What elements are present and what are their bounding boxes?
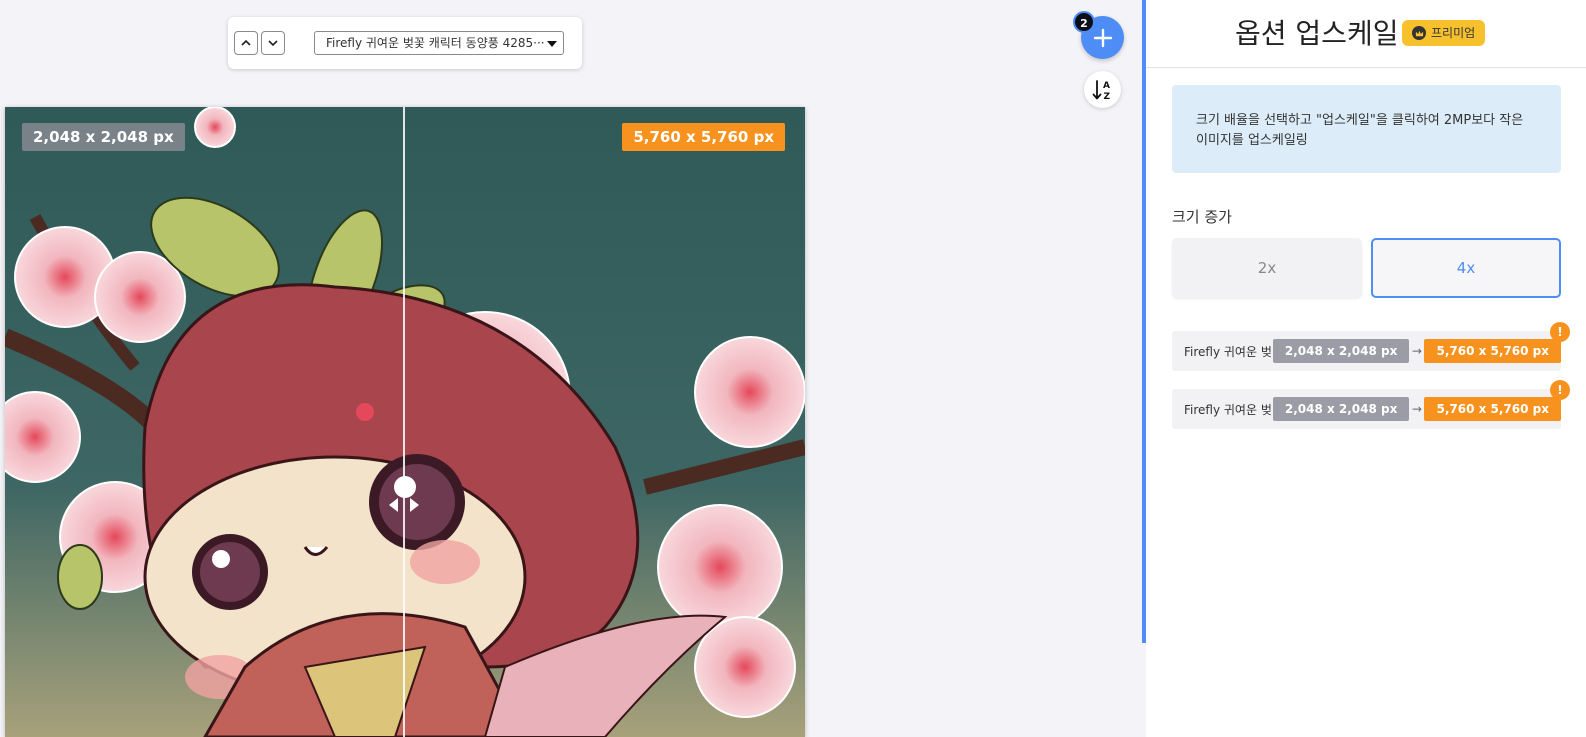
crown-icon	[1412, 26, 1426, 40]
options-panel: 옵션 업스케일 프리미엄 크기 배율을 선택하고 "업스케일"을 클릭하여 2M…	[1146, 0, 1586, 737]
drag-arrows-icon	[389, 498, 419, 512]
chevron-up-icon	[241, 39, 251, 46]
premium-badge: 프리미엄	[1402, 20, 1486, 46]
file-name: Firefly 귀여운 벚···	[1184, 344, 1273, 359]
scale-section-label: 크기 증가	[1172, 208, 1232, 226]
preview-image	[5, 107, 805, 737]
file-select-value: Firefly 귀여운 벚꽃 캐릭터 동양풍 4285···	[326, 36, 545, 50]
file-list-item[interactable]: Firefly 귀여운 벚··· 2,048 x 2,048 px → 5,76…	[1172, 322, 1570, 371]
sort-alpha-down-icon: A Z	[1092, 79, 1110, 102]
original-size-tag: 2,048 x 2,048 px	[1272, 397, 1410, 421]
panel-header: 옵션 업스케일 프리미엄	[1146, 0, 1586, 68]
editor-canvas: Firefly 귀여운 벚꽃 캐릭터 동양풍 4285··· 2 A Z 2,0…	[0, 0, 1144, 737]
chevron-down-icon	[268, 40, 278, 47]
arrow-right-icon: →	[1411, 344, 1422, 358]
file-count-badge: 2	[1073, 11, 1095, 33]
file-select[interactable]: Firefly 귀여운 벚꽃 캐릭터 동양풍 4285···	[314, 31, 564, 55]
upscaled-size-tag: 5,760 x 5,760 px	[1424, 339, 1561, 363]
warning-icon[interactable]: !	[1550, 322, 1570, 342]
info-box: 크기 배율을 선택하고 "업스케일"을 클릭하여 2MP보다 작은 이미지를 업…	[1172, 85, 1561, 173]
scale-4x-button[interactable]: 4x	[1371, 238, 1561, 298]
next-file-button[interactable]	[261, 31, 285, 55]
svg-text:A: A	[1103, 81, 1110, 91]
caret-down-icon	[547, 41, 557, 47]
plus-icon	[1093, 28, 1112, 47]
file-list-item[interactable]: Firefly 귀여운 벚··· 2,048 x 2,048 px → 5,76…	[1172, 380, 1570, 429]
file-name: Firefly 귀여운 벚···	[1184, 402, 1273, 417]
original-size-tag: 2,048 x 2,048 px	[22, 123, 185, 151]
original-size-tag: 2,048 x 2,048 px	[1272, 339, 1410, 363]
file-toolbar: Firefly 귀여운 벚꽃 캐릭터 동양풍 4285···	[228, 17, 582, 69]
panel-title: 옵션 업스케일	[1235, 17, 1399, 50]
arrow-right-icon: →	[1411, 402, 1422, 416]
upscaled-size-tag: 5,760 x 5,760 px	[1424, 397, 1561, 421]
previous-file-button[interactable]	[234, 31, 258, 55]
compare-divider	[403, 107, 405, 737]
premium-label: 프리미엄	[1431, 26, 1476, 40]
image-compare-preview[interactable]: 2,048 x 2,048 px 5,760 x 5,760 px	[5, 107, 805, 737]
warning-icon[interactable]: !	[1550, 380, 1570, 400]
sort-button[interactable]: A Z	[1084, 71, 1121, 108]
scale-2x-button[interactable]: 2x	[1172, 238, 1362, 298]
svg-text:Z: Z	[1103, 92, 1110, 102]
compare-slider-handle[interactable]	[383, 491, 425, 519]
upscaled-size-tag: 5,760 x 5,760 px	[622, 123, 785, 151]
